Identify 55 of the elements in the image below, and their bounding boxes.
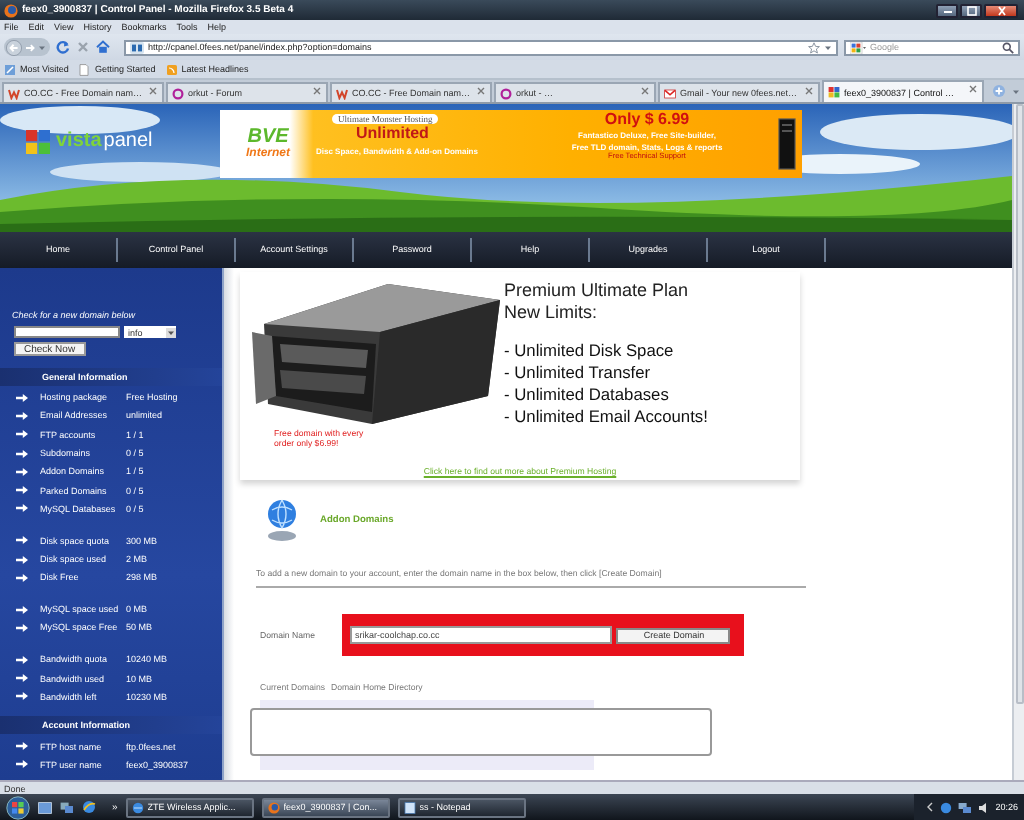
globe-icon[interactable] — [939, 801, 952, 813]
globe-icon — [131, 801, 144, 813]
brand-text: BVE — [247, 127, 289, 148]
firefox-icon — [4, 3, 18, 17]
maximize-icon[interactable] — [965, 5, 977, 15]
caret-icon — [38, 43, 46, 51]
caret-icon — [166, 327, 176, 337]
speaker-icon[interactable] — [977, 801, 990, 813]
desktop-icon[interactable] — [38, 801, 52, 813]
feed-icon — [165, 63, 178, 75]
squares-logo-icon — [26, 130, 50, 154]
back-forward-button[interactable] — [4, 38, 50, 56]
network-icon[interactable] — [957, 801, 972, 813]
search-engine-icon — [850, 41, 866, 53]
headline-text: Unlimited — [356, 126, 429, 144]
star-icon[interactable] — [808, 41, 820, 53]
price-text: Only $ 6.99 — [604, 112, 690, 130]
squares-icon — [828, 86, 840, 98]
scroll-thumb[interactable] — [1016, 104, 1024, 704]
scrollbar[interactable] — [1012, 104, 1024, 780]
maximize-button[interactable] — [960, 3, 982, 17]
bookmark-star-icon — [4, 63, 16, 75]
domain-search-field[interactable] — [14, 326, 120, 338]
plan-title: Premium Ultimate Plan — [504, 280, 691, 302]
globe-icon — [266, 498, 298, 542]
logo-text: vista — [56, 132, 102, 152]
logo-text: panel — [103, 132, 153, 152]
site-icon — [130, 41, 144, 53]
firefox-icon — [267, 801, 280, 813]
start-orb-icon[interactable] — [6, 795, 30, 819]
close-button[interactable] — [984, 3, 1018, 17]
ring-icon — [172, 87, 184, 99]
home-icon[interactable] — [96, 40, 110, 54]
browser-e-icon[interactable] — [82, 800, 96, 814]
caret-icon[interactable] — [1012, 88, 1020, 96]
windows-icon[interactable] — [60, 801, 74, 813]
ring-icon — [500, 87, 512, 99]
back-arrow-icon — [6, 39, 22, 55]
w-logo-icon — [8, 87, 20, 99]
notepad-icon — [403, 801, 416, 813]
plan-feature: - Unlimited Databases — [504, 383, 671, 406]
envelope-icon — [664, 87, 676, 99]
plan-feature: - Unlimited Transfer — [504, 361, 653, 384]
w-logo-icon — [336, 87, 348, 99]
minimize-button[interactable] — [936, 3, 958, 17]
plan-subtitle: New Limits: — [504, 301, 600, 324]
server-icon — [778, 118, 796, 170]
plan-feature: - Unlimited Email Accounts! — [504, 405, 710, 428]
caret-icon[interactable] — [824, 43, 832, 51]
reload-icon[interactable] — [56, 40, 70, 54]
minimize-icon[interactable] — [941, 6, 953, 14]
forward-arrow-icon — [24, 41, 36, 53]
plan-feature: - Unlimited Disk Space — [504, 339, 676, 362]
search-icon[interactable] — [1002, 41, 1014, 53]
chevron-icon[interactable] — [925, 802, 934, 812]
